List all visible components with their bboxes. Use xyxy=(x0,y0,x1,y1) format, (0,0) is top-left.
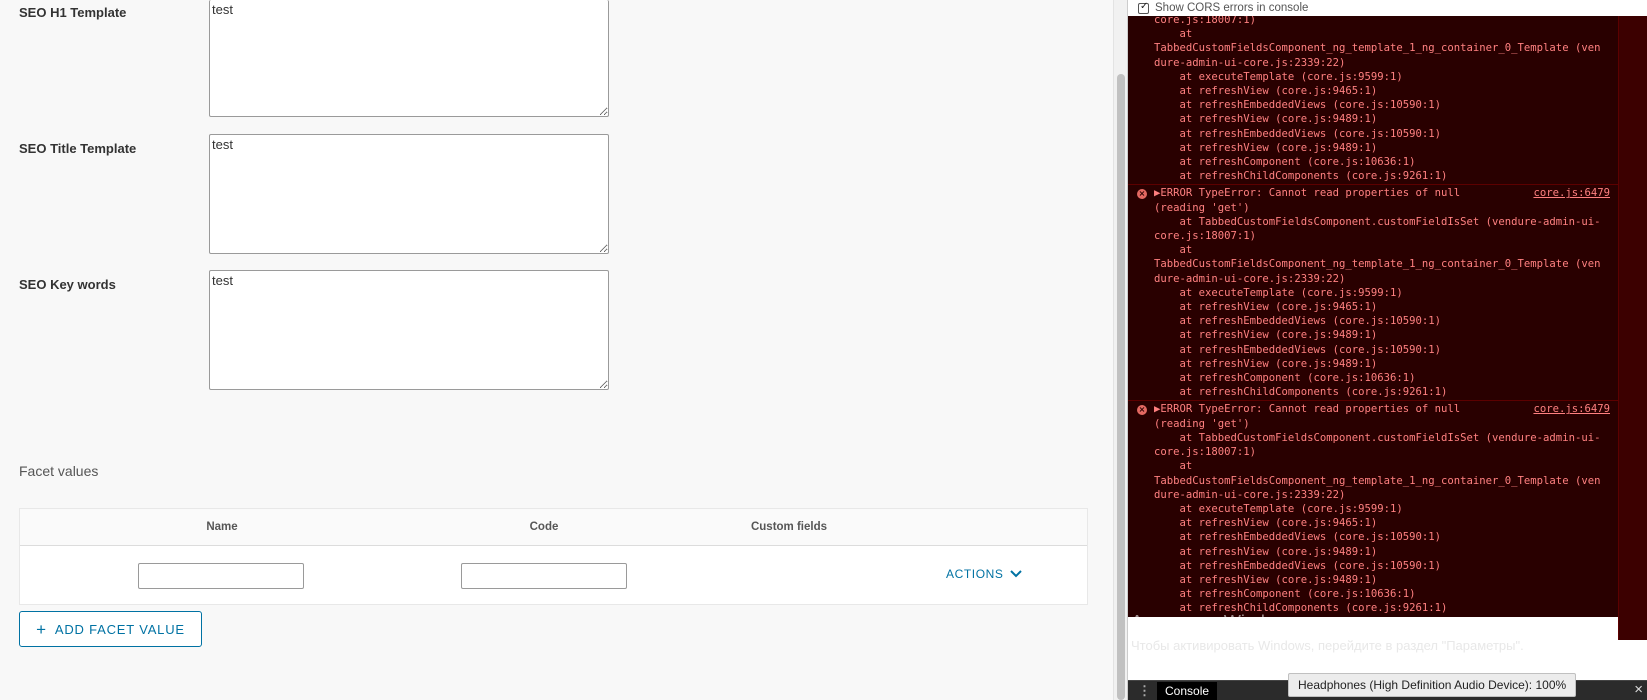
stack-trace-line: at xyxy=(1154,460,1193,473)
stack-trace-line: core.js:18007:1) xyxy=(1154,446,1257,459)
error-icon: × xyxy=(1137,405,1147,416)
stack-trace-line: at refreshEmbeddedViews (core.js:10590:1… xyxy=(1154,343,1442,356)
stack-trace-line: at refreshView (core.js:9465:1) xyxy=(1154,301,1378,314)
windows-activation-text: Чтобы активировать Windows, перейдите в … xyxy=(1131,638,1524,653)
seo-title-textarea[interactable]: test xyxy=(209,134,609,254)
facet-code-input[interactable] xyxy=(461,563,627,589)
stack-trace-line: at refreshComponent (core.js:10636:1) xyxy=(1154,156,1416,169)
error-icon: × xyxy=(1137,189,1147,200)
facet-values-table: Name Code Custom fields ACTIONS xyxy=(19,508,1088,605)
column-header-name: Name xyxy=(206,521,238,533)
add-facet-value-button[interactable]: + ADD FACET VALUE xyxy=(19,611,202,647)
table-header: Name Code Custom fields xyxy=(20,509,1087,546)
console-error-entry[interactable]: × ▶ERROR TypeError: Cannot read propertie… xyxy=(1128,400,1618,617)
page-scrollbar[interactable] xyxy=(1113,0,1127,700)
stack-trace-line: (reading 'get') xyxy=(1154,201,1250,214)
cors-option[interactable]: Show CORS errors in console xyxy=(1128,0,1647,16)
facet-name-input[interactable] xyxy=(138,563,304,589)
stack-trace-line: at refreshView (core.js:9465:1) xyxy=(1154,517,1378,530)
facet-values-title: Facet values xyxy=(19,463,99,479)
scrollbar-thumb[interactable] xyxy=(1117,74,1125,700)
seo-h1-textarea[interactable]: test xyxy=(209,0,609,117)
chevron-down-icon xyxy=(1009,570,1022,578)
stack-trace-line: at refreshComponent (core.js:10636:1) xyxy=(1154,372,1416,385)
console-log: core.js:18007:1) at TabbedCustomFieldsCom… xyxy=(1128,16,1618,640)
console-scrollbar[interactable] xyxy=(1618,16,1647,640)
stack-trace-line: dure-admin-ui-core.js:2339:22) xyxy=(1154,272,1346,285)
seo-keywords-textarea[interactable]: test xyxy=(209,270,609,390)
stack-trace-line: at refreshView (core.js:9489:1) xyxy=(1154,329,1378,342)
stack-trace-line: at refreshEmbeddedViews (core.js:10590:1… xyxy=(1154,315,1442,328)
stack-trace-line: at refreshView (core.js:9465:1) xyxy=(1154,85,1378,98)
stack-trace-line: at refreshEmbeddedViews (core.js:10590:1… xyxy=(1154,99,1442,112)
stack-trace-line: dure-admin-ui-core.js:2339:22) xyxy=(1154,56,1346,69)
stack-trace-line: core.js:18007:1) xyxy=(1154,230,1257,243)
stack-trace-line: at xyxy=(1154,28,1193,41)
stack-trace-line: TabbedCustomFieldsComponent_ng_template_… xyxy=(1154,258,1601,271)
stack-trace-line: dure-admin-ui-core.js:2339:22) xyxy=(1154,488,1346,501)
stack-trace-line: at refreshView (core.js:9489:1) xyxy=(1154,573,1378,586)
stack-trace-line: at refreshChildComponents (core.js:9261:… xyxy=(1154,170,1448,183)
stack-trace-line: at TabbedCustomFieldsComponent.customFie… xyxy=(1154,431,1601,444)
stack-trace-line: at xyxy=(1154,244,1193,257)
checkbox-checked-icon[interactable] xyxy=(1138,1,1149,14)
console-error-entry[interactable]: × ▶ERROR TypeError: Cannot read propertie… xyxy=(1128,184,1618,401)
stack-trace-line: TabbedCustomFieldsComponent_ng_template_… xyxy=(1154,474,1601,487)
stack-trace-line: at executeTemplate (core.js:9599:1) xyxy=(1154,502,1403,515)
stack-trace-line: at refreshEmbeddedViews (core.js:10590:1… xyxy=(1154,559,1442,572)
stack-trace-line: core.js:18007:1) xyxy=(1154,16,1257,26)
stack-trace-line: at refreshComponent (core.js:10636:1) xyxy=(1154,588,1416,601)
console-error-entry[interactable]: core.js:18007:1) at TabbedCustomFieldsCom… xyxy=(1128,16,1618,185)
cors-option-label: Show CORS errors in console xyxy=(1155,2,1309,14)
admin-panel: SEO H1 Template test SEO Title Template … xyxy=(0,0,1113,700)
actions-dropdown[interactable]: ACTIONS xyxy=(946,567,1022,581)
seo-keywords-label: SEO Key words xyxy=(19,277,116,292)
stack-trace-line: at refreshView (core.js:9489:1) xyxy=(1154,357,1378,370)
stack-trace-line: at refreshView (core.js:9489:1) xyxy=(1154,545,1378,558)
stack-trace-line: at refreshEmbeddedViews (core.js:10590:1… xyxy=(1154,127,1442,140)
error-source-link[interactable]: core.js:6479 xyxy=(1533,186,1610,200)
stack-trace-line: at refreshChildComponents (core.js:9261:… xyxy=(1154,386,1448,399)
stack-trace-line: at refreshView (core.js:9489:1) xyxy=(1154,113,1378,126)
column-header-code: Code xyxy=(529,521,559,533)
plus-icon: + xyxy=(36,619,47,639)
stack-trace-line: at refreshEmbeddedViews (core.js:10590:1… xyxy=(1154,531,1442,544)
column-header-custom-fields: Custom fields xyxy=(750,521,828,533)
seo-h1-label: SEO H1 Template xyxy=(19,5,127,20)
close-icon[interactable]: × xyxy=(1634,681,1643,698)
error-source-link[interactable]: core.js:6479 xyxy=(1533,402,1610,416)
windows-activation-title: Активация Windows xyxy=(1131,612,1297,632)
add-facet-value-label: ADD FACET VALUE xyxy=(54,621,185,637)
stack-trace-line: (reading 'get') xyxy=(1154,417,1250,430)
audio-device-tooltip: Headphones (High Definition Audio Device… xyxy=(1288,673,1577,697)
devtools-console-panel: Show CORS errors in console core.js:1800… xyxy=(1127,0,1647,700)
stack-trace-line: at executeTemplate (core.js:9599:1) xyxy=(1154,70,1403,83)
stack-trace-line: at refreshView (core.js:9489:1) xyxy=(1154,141,1378,154)
stack-trace-line: at TabbedCustomFieldsComponent.customFie… xyxy=(1154,215,1601,228)
stack-trace-line: at executeTemplate (core.js:9599:1) xyxy=(1154,286,1403,299)
actions-label: ACTIONS xyxy=(946,567,1004,581)
more-options-icon[interactable]: ⋮ xyxy=(1138,683,1151,699)
stack-trace-line: TabbedCustomFieldsComponent_ng_template_… xyxy=(1154,42,1601,55)
tab-console[interactable]: Console xyxy=(1157,682,1218,700)
seo-title-label: SEO Title Template xyxy=(19,141,137,156)
